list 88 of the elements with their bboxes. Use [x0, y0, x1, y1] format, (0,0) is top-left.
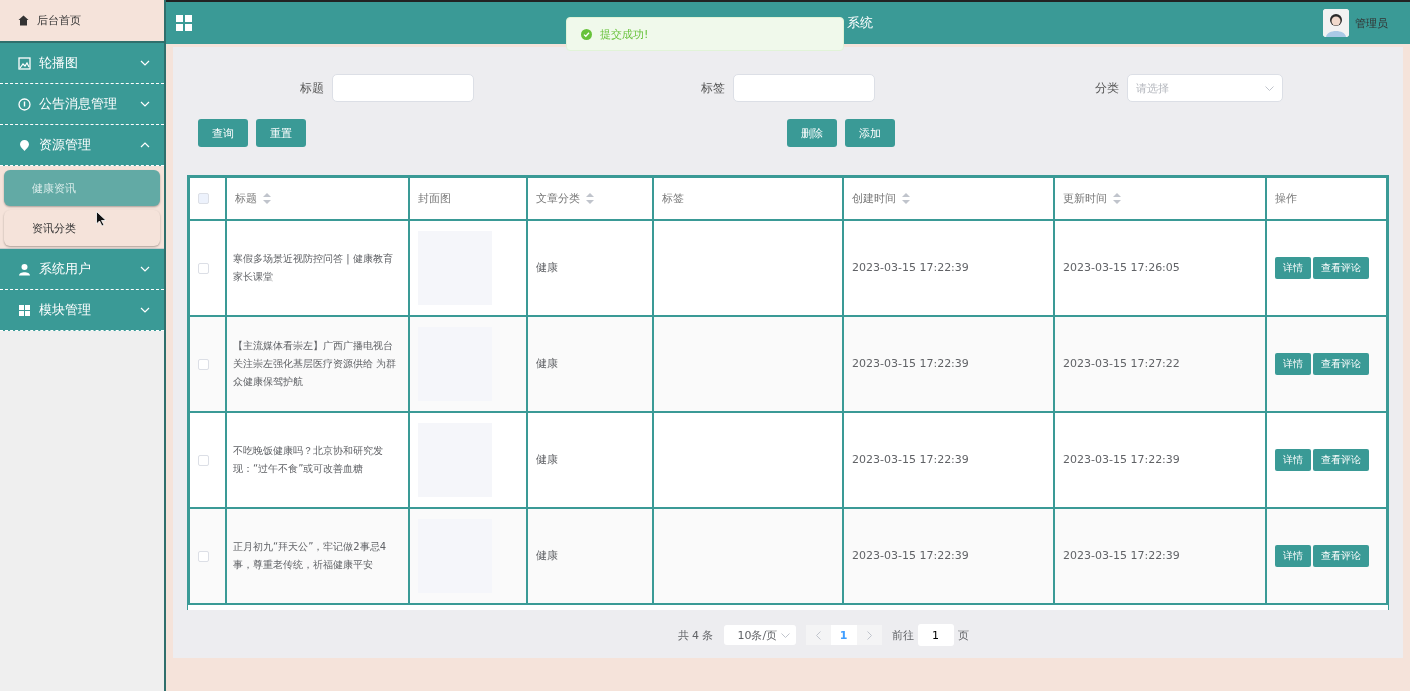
table-cell: 健康 [536, 261, 558, 274]
table-cell: 2023-03-15 17:22:39 [1063, 453, 1180, 466]
grid-icon[interactable] [176, 15, 192, 31]
row-checkbox[interactable] [198, 262, 209, 274]
chevron-right-icon [866, 630, 872, 640]
home-menu-item[interactable]: 后台首页 [0, 0, 164, 43]
row-action-button[interactable]: 详情 [1275, 353, 1311, 375]
category-select[interactable]: 请选择 [1126, 74, 1283, 102]
sort-icon[interactable] [902, 193, 910, 204]
sidebar-submenu-item[interactable]: 健康资讯 [4, 170, 160, 206]
input-field[interactable] [332, 74, 475, 102]
table-cell: 2023-03-15 17:22:39 [852, 549, 969, 562]
column-header: 更新时间 [1063, 191, 1107, 206]
row-action-button[interactable]: 查看评论 [1313, 353, 1369, 375]
row-action-button[interactable]: 详情 [1275, 449, 1311, 471]
chevron-down-icon [1264, 85, 1274, 91]
column-header: 标签 [662, 191, 684, 206]
action-button[interactable]: 删除 [787, 119, 837, 147]
column-header: 封面图 [418, 191, 451, 206]
sort-icon[interactable] [1113, 193, 1121, 204]
action-button[interactable]: 查询 [198, 119, 248, 147]
sidebar-submenu-item[interactable]: 资讯分类 [4, 210, 160, 246]
total-count: 共 4 条 [677, 627, 714, 643]
sidebar-menu-item[interactable]: 资源管理 [0, 125, 164, 166]
chevron-down-icon [140, 101, 150, 107]
prev-page-button[interactable] [805, 625, 831, 645]
table-cell: 健康 [536, 549, 558, 562]
pin-icon [18, 138, 31, 152]
check-circle-icon [581, 28, 592, 40]
table-cell: 健康 [536, 357, 558, 370]
table-cell: 2023-03-15 17:26:05 [1063, 261, 1180, 274]
app-title: 系统 [847, 14, 873, 32]
chevron-down-icon [140, 307, 150, 313]
table-cell: 不吃晚饭健康吗？北京协和研究发现：“过午不食”或可改善血糖 [233, 445, 383, 474]
chevron-down-icon [140, 60, 150, 66]
table-cell: 健康 [536, 453, 558, 466]
page-input[interactable]: 1 [917, 624, 954, 646]
table-cell: 2023-03-15 17:22:39 [852, 453, 969, 466]
row-action-button[interactable]: 查看评论 [1313, 449, 1369, 471]
info-icon [18, 97, 31, 111]
row-action-button[interactable]: 详情 [1275, 545, 1311, 567]
row-action-button[interactable]: 查看评论 [1313, 545, 1369, 567]
chevron-down-icon [140, 266, 150, 272]
table-cell: 【主流媒体看崇左】广西广播电视台关注崇左强化基层医疗资源供给 为群众健康保驾护航 [233, 340, 397, 387]
column-header: 创建时间 [852, 191, 896, 206]
filter-label: 分类 [1094, 79, 1119, 97]
row-checkbox[interactable] [198, 550, 209, 562]
row-action-button[interactable]: 查看评论 [1313, 257, 1369, 279]
row-action-button[interactable]: 详情 [1275, 257, 1311, 279]
row-checkbox[interactable] [198, 358, 209, 370]
chevron-left-icon [815, 630, 821, 640]
toast-message: 提交成功! [600, 26, 649, 42]
row-checkbox[interactable] [198, 454, 209, 466]
table-cell: 2023-03-15 17:22:39 [852, 261, 969, 274]
table-cell: 2023-03-15 17:22:39 [852, 357, 969, 370]
mouse-cursor-icon [96, 211, 107, 227]
action-button[interactable]: 添加 [845, 119, 895, 147]
page-button[interactable]: 1 [830, 625, 857, 645]
sort-icon[interactable] [586, 193, 594, 204]
filter-label: 标签 [701, 79, 725, 97]
table-cell: 2023-03-15 17:27:22 [1063, 357, 1180, 370]
avatar-icon[interactable] [1323, 9, 1349, 37]
table-cell: 寒假多场景近视防控问答 | 健康教育家长课堂 [233, 253, 393, 282]
page-size-select[interactable]: 10条/页 [723, 625, 796, 645]
table-cell: 正月初九“拜天公”，牢记做2事忌4事，尊重老传统，祈福健康平安 [233, 541, 387, 570]
home-icon [18, 15, 29, 26]
column-header: 操作 [1275, 191, 1297, 206]
page-suffix: 页 [957, 627, 969, 643]
column-header: 文章分类 [536, 191, 580, 206]
next-page-button[interactable] [856, 625, 882, 645]
user-name[interactable]: 管理员 [1355, 15, 1388, 31]
action-button[interactable]: 重置 [256, 119, 306, 147]
grid-icon [18, 303, 31, 317]
table-cell: 2023-03-15 17:22:39 [1063, 549, 1180, 562]
chevron-up-icon [140, 142, 150, 148]
sidebar-menu-item[interactable]: 公告消息管理 [0, 84, 164, 125]
sidebar-menu-item[interactable]: 轮播图 [0, 43, 164, 84]
input-field[interactable] [733, 74, 875, 102]
image-icon [18, 56, 31, 70]
sidebar-menu-item[interactable]: 模块管理 [0, 290, 164, 331]
filter-label: 标题 [300, 79, 325, 97]
column-header: 标题 [235, 191, 257, 206]
sidebar-menu-item[interactable]: 系统用户 [0, 249, 164, 290]
chevron-down-icon [780, 632, 790, 638]
sort-icon[interactable] [263, 193, 271, 204]
user-icon [18, 262, 31, 276]
goto-label: 前往 [891, 627, 914, 643]
select-all-checkbox[interactable] [198, 193, 209, 204]
